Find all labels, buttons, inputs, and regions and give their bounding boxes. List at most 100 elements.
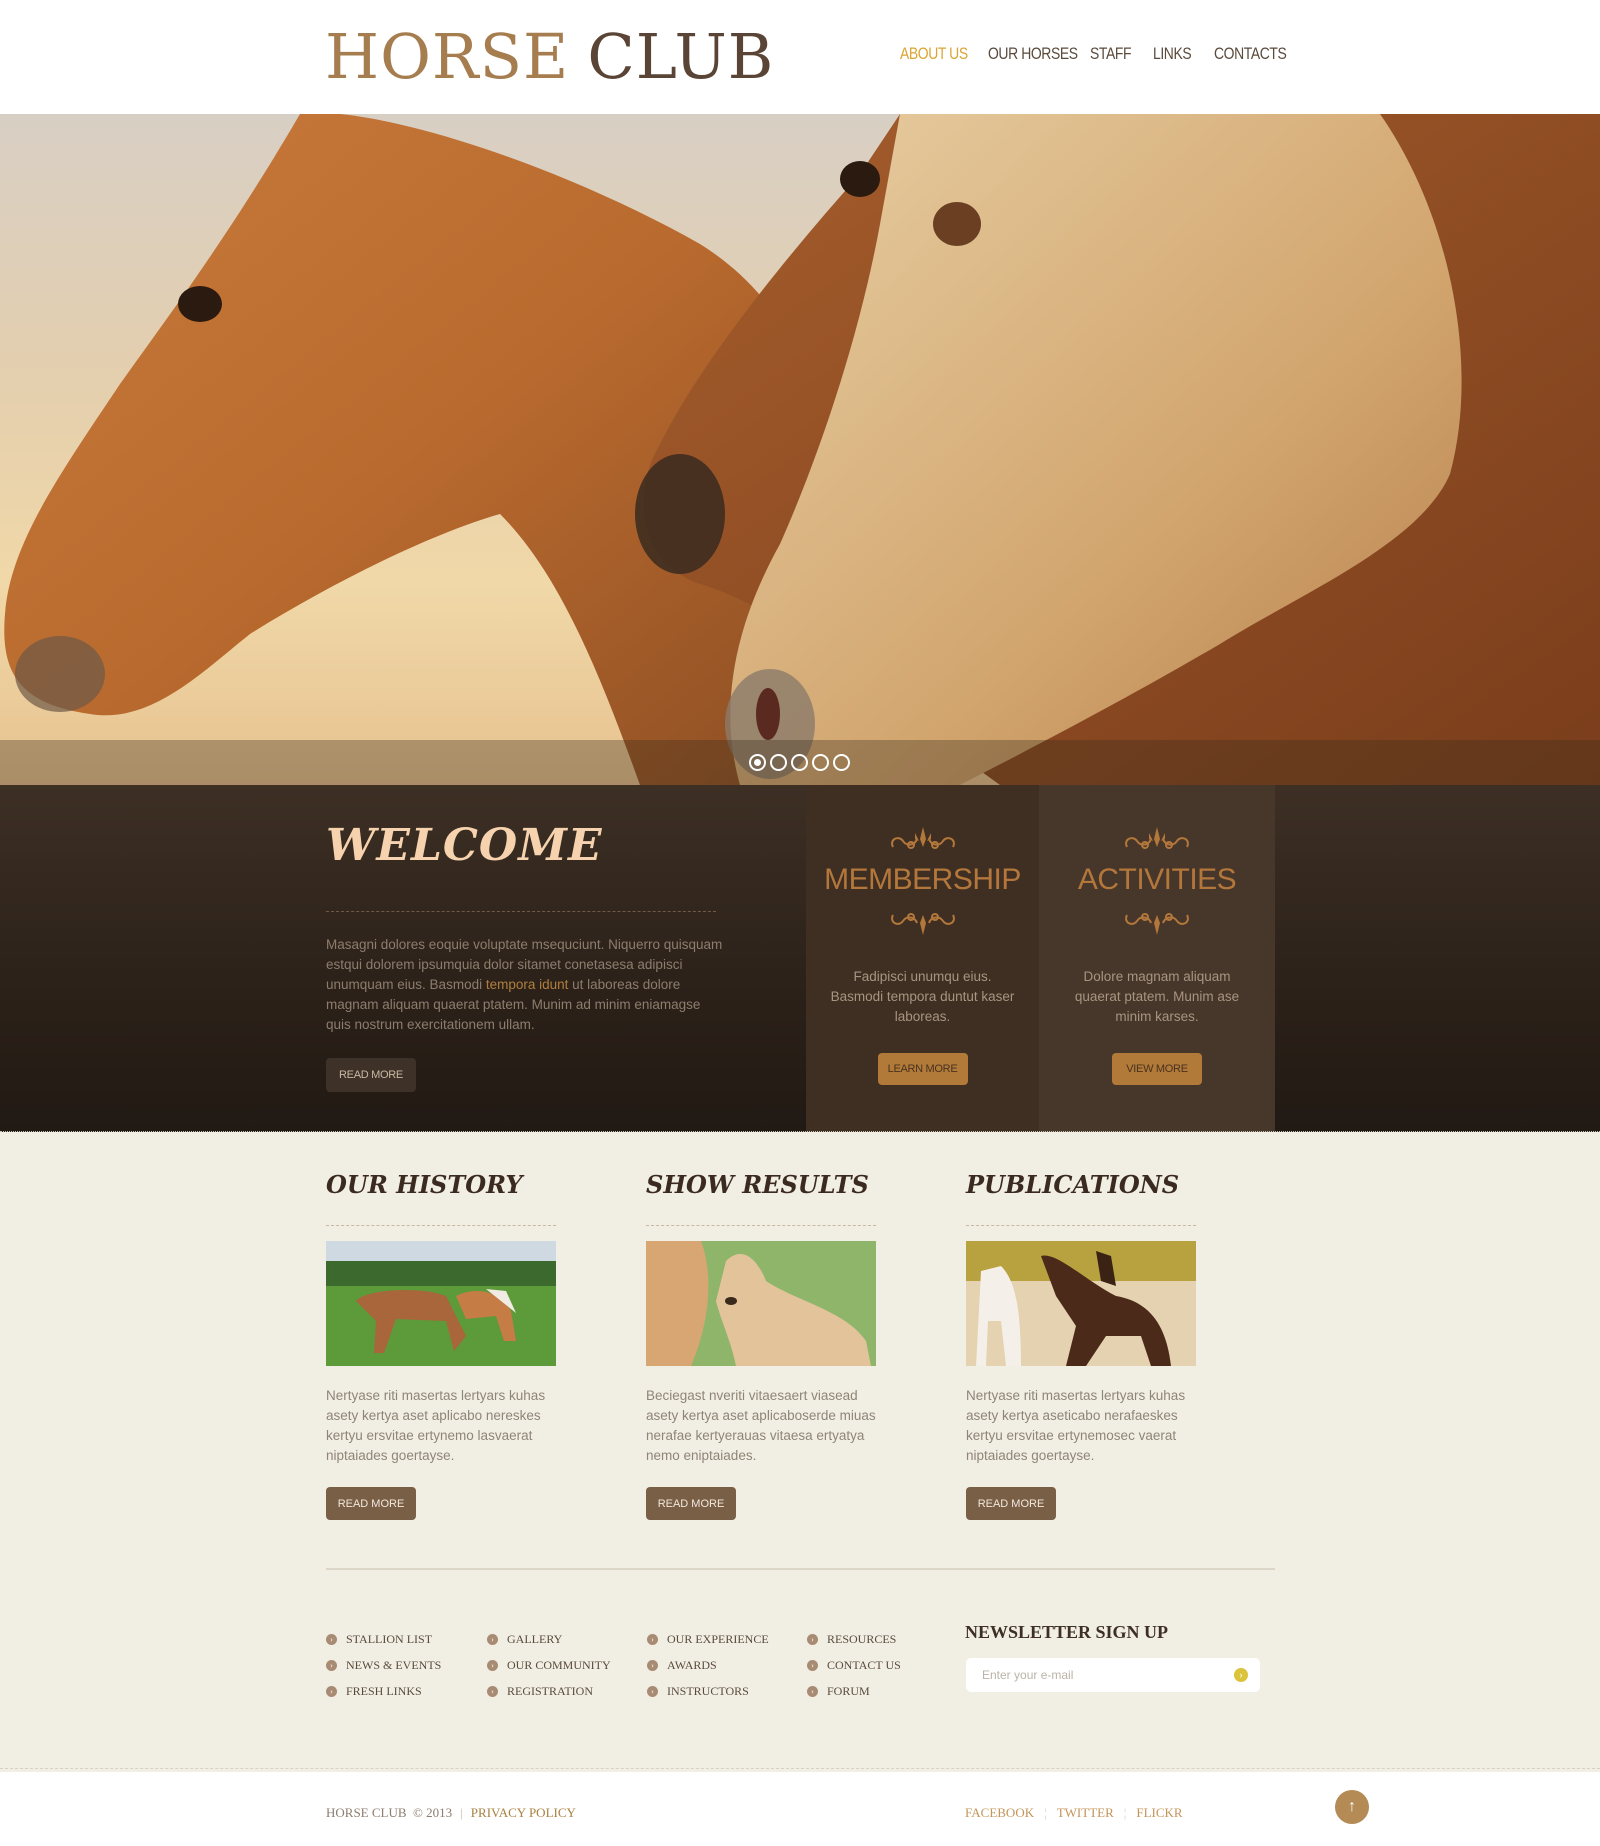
chevron-right-icon: › — [647, 1633, 658, 1645]
ornament-icon — [1125, 827, 1189, 849]
newsletter-submit-arrow-icon[interactable]: › — [1234, 1668, 1248, 1682]
learn-more-button[interactable]: LEARN MORE — [877, 1053, 968, 1085]
footer-links-col-3: › OUR EXPERIENCE › AWARDS › INSTRUCTORS — [647, 1626, 769, 1704]
nav-staff[interactable]: STAFF — [1090, 44, 1131, 64]
logo-word-club: CLUB — [587, 20, 775, 93]
link-gallery[interactable]: › GALLERY — [487, 1626, 611, 1652]
membership-title: MEMBERSHIP — [824, 863, 1021, 896]
nav-our-horses[interactable]: OUR HORSES — [988, 44, 1078, 64]
logo[interactable]: HORSE CLUB — [325, 20, 774, 94]
footer-copyright-year: © 2013 — [413, 1805, 453, 1820]
chevron-right-icon: › — [326, 1633, 337, 1645]
newsletter-title: NEWSLETTER SIGN UP — [965, 1622, 1169, 1642]
link-contact-us[interactable]: › CONTACT US — [807, 1652, 901, 1678]
show-results-read-more-button[interactable]: READ MORE — [646, 1487, 736, 1520]
site-footer: HORSE CLUB © 2013 | PRIVACY POLICY FACEB… — [0, 1772, 1600, 1846]
link-our-experience[interactable]: › OUR EXPERIENCE — [647, 1626, 769, 1652]
activities-text: Dolore magnam aliquam quaerat ptatem. Mu… — [1074, 969, 1240, 1024]
section-divider — [966, 1225, 1196, 1226]
link-forum[interactable]: › FORUM — [807, 1678, 901, 1704]
welcome-divider — [326, 911, 716, 912]
link-instructors[interactable]: › INSTRUCTORS — [647, 1678, 769, 1704]
slide-dot-2[interactable] — [770, 754, 787, 771]
nav-links[interactable]: LINKS — [1153, 44, 1192, 64]
section-publications: PUBLICATIONS Nertyase riti masertas lert… — [966, 1170, 1196, 1520]
facebook-link[interactable]: FACEBOOK — [965, 1805, 1034, 1821]
slide-dot-4[interactable] — [812, 754, 829, 771]
ornament-icon — [890, 827, 955, 849]
activities-panel: ACTIVITIES Dolore magnam aliquam quaerat… — [1039, 785, 1275, 1132]
back-to-top-arrow-up-icon[interactable]: ↑ — [1335, 1790, 1369, 1824]
flickr-link[interactable]: FLICKR — [1136, 1805, 1182, 1821]
view-more-button[interactable]: VIEW MORE — [1112, 1053, 1202, 1085]
newsletter-email-input[interactable] — [982, 1658, 1222, 1692]
chevron-right-icon: › — [487, 1685, 498, 1697]
chevron-right-icon: › — [647, 1685, 658, 1697]
section-title: SHOW RESULTS — [646, 1170, 869, 1199]
ornament-icon — [890, 913, 955, 935]
section-text: Nertyase riti masertas lertyars kuhas as… — [326, 1388, 546, 1463]
social-separator: ¦ — [1123, 1805, 1127, 1820]
chevron-right-icon: › — [807, 1659, 818, 1671]
mare-and-foal-photo[interactable] — [646, 1241, 876, 1366]
section-title: PUBLICATIONS — [966, 1170, 1180, 1199]
history-read-more-button[interactable]: READ MORE — [326, 1487, 416, 1520]
welcome-text: Masagni dolores eoquie voluptate msequci… — [326, 935, 726, 1035]
footer-separator: | — [460, 1805, 463, 1820]
slide-dot-5[interactable] — [833, 754, 850, 771]
link-stallion-list[interactable]: › STALLION LIST — [326, 1626, 441, 1652]
section-divider — [646, 1225, 876, 1226]
link-resources[interactable]: › RESOURCES — [807, 1626, 901, 1652]
link-our-community[interactable]: › OUR COMMUNITY — [487, 1652, 611, 1678]
footer-links-col-2: › GALLERY › OUR COMMUNITY › REGISTRATION — [487, 1626, 611, 1704]
nav-about-us[interactable]: ABOUT US — [900, 44, 968, 64]
slide-dot-3[interactable] — [791, 754, 808, 771]
chevron-right-icon: › — [807, 1633, 818, 1645]
footer-links-col-1: › STALLION LIST › NEWS & EVENTS › FRESH LIN… — [326, 1626, 441, 1704]
footer-copyright: HORSE CLUB © 2013 | PRIVACY POLICY — [326, 1805, 576, 1821]
chevron-right-icon: › — [807, 1685, 818, 1697]
link-registration[interactable]: › REGISTRATION — [487, 1678, 611, 1704]
footer-links-col-4: › RESOURCES › CONTACT US › FORUM — [807, 1626, 901, 1704]
content-divider — [326, 1568, 1275, 1570]
link-news-events[interactable]: › NEWS & EVENTS — [326, 1652, 441, 1678]
band-divider — [0, 1131, 1600, 1134]
link-awards[interactable]: › AWARDS — [647, 1652, 769, 1678]
ornament-icon — [1125, 913, 1189, 935]
membership-text: Fadipisci unumqu eius. Basmodi tempora d… — [830, 969, 1015, 1024]
chevron-right-icon: › — [326, 1685, 337, 1697]
running-horses-photo[interactable] — [966, 1241, 1196, 1366]
logo-word-horse: HORSE — [325, 20, 570, 93]
footer-brand: HORSE CLUB — [326, 1805, 407, 1820]
slider-pagination — [749, 754, 850, 771]
section-divider — [326, 1225, 556, 1226]
chevron-right-icon: › — [487, 1659, 498, 1671]
section-show-results: SHOW RESULTS Beciegast nveriti vitaesaer… — [646, 1170, 876, 1520]
activities-title: ACTIVITIES — [1077, 863, 1237, 896]
intro-band — [0, 785, 1600, 1132]
newsletter-form: › — [966, 1658, 1260, 1692]
social-links: FACEBOOK ¦ TWITTER ¦ FLICKR — [965, 1805, 1183, 1821]
chevron-right-icon: › — [487, 1633, 498, 1645]
hero-image — [4, 114, 1600, 785]
section-our-history: OUR HISTORY Nertyase riti masertas lerty… — [326, 1170, 556, 1520]
publications-read-more-button[interactable]: READ MORE — [966, 1487, 1056, 1520]
slide-dot-1[interactable] — [749, 754, 766, 771]
chevron-right-icon: › — [647, 1659, 658, 1671]
footer-divider — [0, 1768, 1600, 1769]
twitter-link[interactable]: TWITTER — [1057, 1805, 1114, 1821]
membership-panel: MEMBERSHIP Fadipisci unumqu eius. Basmod… — [806, 785, 1039, 1132]
hero-slider — [0, 114, 1600, 785]
nav-contacts[interactable]: CONTACTS — [1214, 44, 1287, 64]
welcome-title: WELCOME — [326, 820, 603, 871]
welcome-read-more-button[interactable]: READ MORE — [326, 1058, 416, 1092]
section-text: Beciegast nveriti vitaesaert viasead ase… — [646, 1388, 876, 1463]
horses-grazing-photo[interactable] — [326, 1241, 556, 1366]
section-text: Nertyase riti masertas lertyars kuhas as… — [966, 1388, 1186, 1463]
chevron-right-icon: › — [326, 1659, 337, 1671]
section-title: OUR HISTORY — [326, 1170, 523, 1199]
social-separator: ¦ — [1044, 1805, 1047, 1820]
privacy-policy-link[interactable]: PRIVACY POLICY — [471, 1805, 576, 1821]
link-fresh-links[interactable]: › FRESH LINKS — [326, 1678, 441, 1704]
welcome-text-link[interactable]: tempora idunt — [486, 977, 569, 992]
